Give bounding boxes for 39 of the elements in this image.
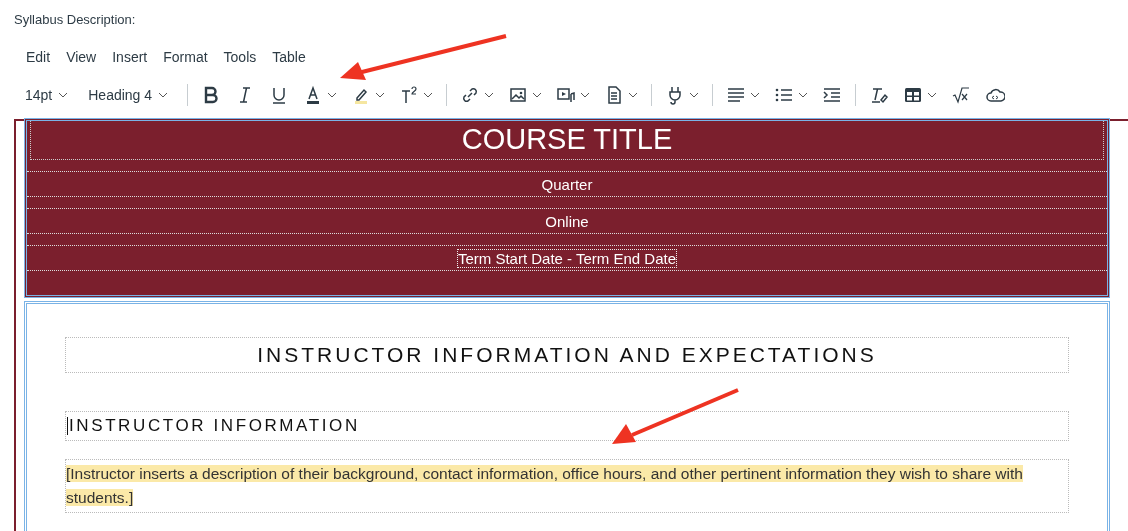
table-icon [903, 85, 924, 105]
header-text: Term Start Date - Term End Date [457, 249, 677, 267]
chevron-icon [158, 92, 169, 98]
chevron-icon [689, 92, 700, 98]
chevron-icon [484, 92, 495, 98]
section-heading: INSTRUCTOR INFORMATION AND EXPECTATIONS [257, 343, 877, 367]
menu-item[interactable]: View [58, 47, 105, 67]
clear-formatting-icon [869, 85, 890, 105]
placeholder-paragraph: [Instructor inserts a description of their background, contact information, office hours, and other pertinent information they wish to share with students.] [66, 464, 1024, 508]
header-text: Quarter [541, 175, 593, 193]
header-text: Online [545, 212, 589, 230]
chevron-icon [580, 92, 591, 98]
editor-area[interactable] [14, 119, 1128, 531]
menu-item[interactable]: Table [264, 47, 314, 67]
superscript-icon [399, 85, 420, 105]
indent-icon [822, 85, 843, 105]
menu-item[interactable]: Insert [104, 47, 156, 67]
media-icon [556, 85, 577, 105]
chevron-icon [628, 92, 639, 98]
chevron-icon [532, 92, 543, 98]
chevron-icon [423, 92, 434, 98]
menu-item[interactable]: Tools [215, 47, 265, 67]
toolbar-dropdown[interactable]: Heading 4 [83, 84, 174, 106]
chevron-icon [750, 92, 761, 98]
chevron-icon [58, 92, 69, 98]
chevron-icon [375, 92, 386, 98]
align-icon [726, 85, 747, 105]
menu-item[interactable]: Format [155, 47, 216, 67]
square-root-icon [951, 85, 972, 105]
chevron-icon [927, 92, 938, 98]
chevron-icon [798, 92, 809, 98]
subheading: INSTRUCTOR INFORMATION [69, 416, 360, 436]
text-cursor [67, 417, 68, 435]
chevron-icon [327, 92, 338, 98]
field-label: Syllabus Description: [14, 12, 136, 27]
menu-item[interactable]: Edit [18, 47, 59, 67]
toolbar-dropdown[interactable]: 14pt [20, 84, 74, 106]
image-icon [508, 85, 529, 105]
course-title: COURSE TITLE [461, 122, 673, 157]
